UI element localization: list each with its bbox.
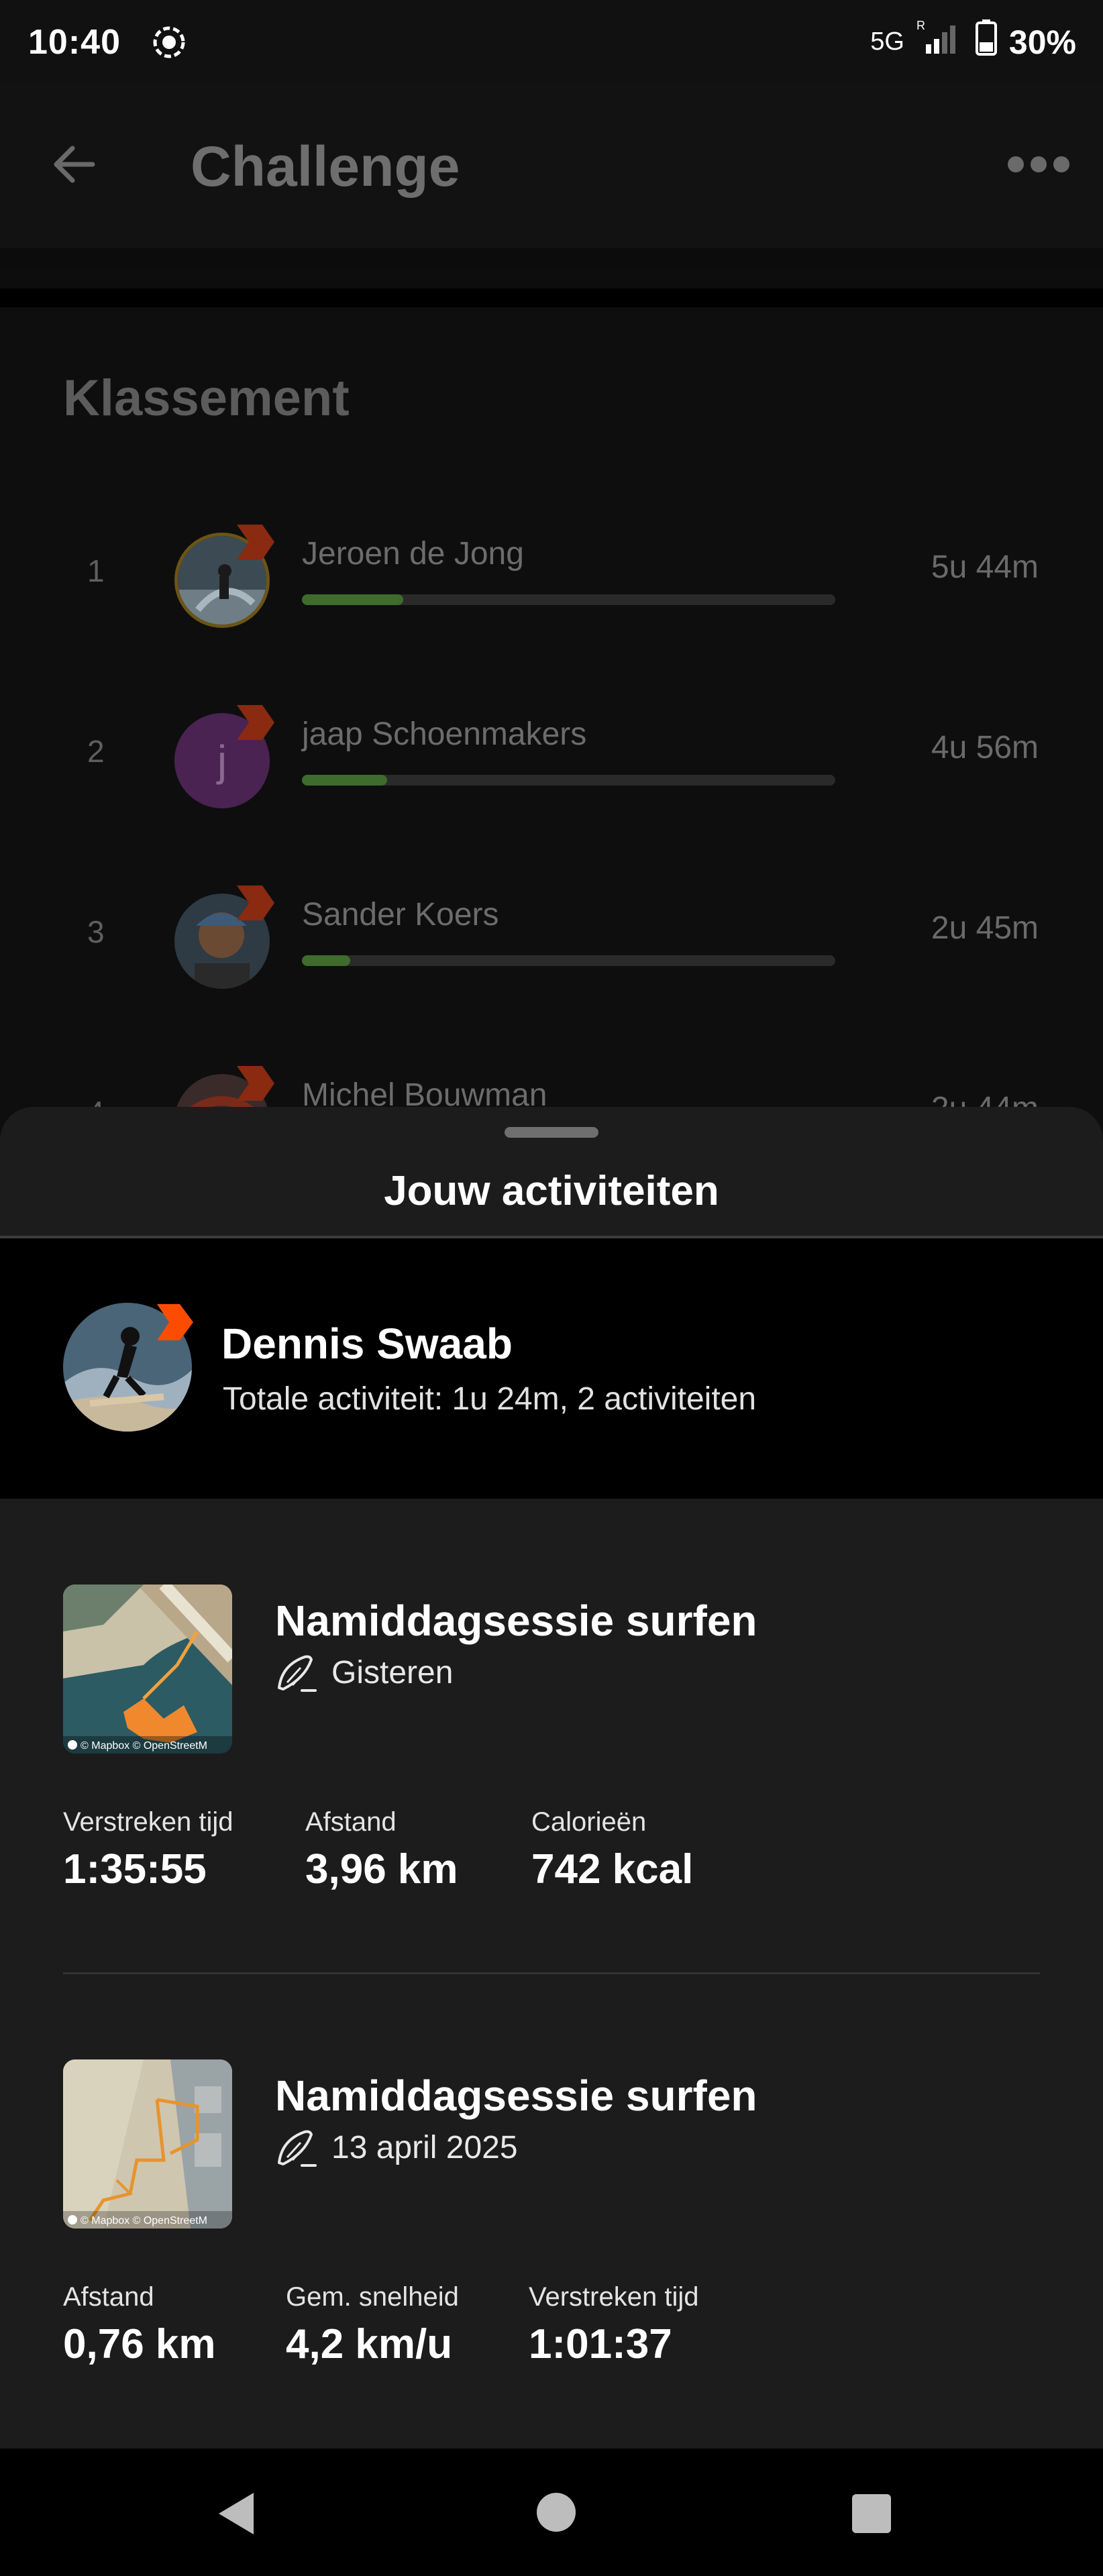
rank: 3 — [87, 914, 105, 949]
activity-meta: 13 april 2025 — [275, 2127, 518, 2168]
screen: 10:40 5G R 30% Challenge Klassement 1 Je… — [0, 0, 1103, 2576]
divider — [63, 1972, 1040, 1974]
stat-calories: Calorieën 742 kcal — [531, 1807, 693, 1893]
surf-icon — [275, 1652, 317, 1693]
athlete-name[interactable]: Jeroen de Jong — [302, 535, 524, 572]
battery-percentage: 30% — [1008, 23, 1076, 61]
activity-card[interactable]: © Mapbox © OpenStreetM Namiddagsessie su… — [0, 1975, 1103, 2458]
leaderboard-row[interactable]: 3 Sander Koers 2u 45m — [0, 869, 1103, 1004]
strava-badge-icon — [231, 881, 278, 924]
progress-fill — [302, 775, 388, 786]
strava-badge-icon — [153, 1300, 197, 1344]
leaderboard-heading: Klassement — [63, 370, 350, 427]
stat-elapsed-time: Verstreken tijd 1:01:37 — [529, 2282, 698, 2368]
signal-icon: R — [916, 19, 963, 64]
progress-bar — [302, 955, 835, 966]
stat-value: 1:01:37 — [529, 2321, 672, 2367]
status-bar: 10:40 5G R 30% — [0, 0, 1103, 84]
nav-recents-icon[interactable] — [852, 2494, 891, 2533]
status-time: 10:40 — [28, 22, 121, 62]
stat-distance: Afstand 3,96 km — [305, 1807, 458, 1893]
stat-value: 742 kcal — [531, 1846, 694, 1892]
user-summary[interactable]: Dennis Swaab Totale activiteit: 1u 24m, … — [0, 1238, 1103, 1499]
activity-card[interactable]: © Mapbox © OpenStreetM Namiddagsessie su… — [0, 1499, 1103, 1982]
progress-bar — [302, 594, 835, 605]
progress-fill — [302, 955, 350, 966]
duration: 2u 45m — [931, 910, 1039, 946]
battery-icon — [975, 19, 997, 64]
activity-list: © Mapbox © OpenStreetM Namiddagsessie su… — [0, 1499, 1103, 2576]
roaming-label: R — [916, 20, 925, 32]
rank: 2 — [87, 734, 105, 769]
duration: 5u 44m — [931, 549, 1039, 585]
status-right: 5G R 30% — [870, 19, 1076, 64]
screen-record-icon — [152, 25, 187, 60]
leaderboard: Klassement 1 Jeroen de Jong 5u 44m 2 j j… — [0, 307, 1103, 1169]
route-map-thumbnail[interactable]: © Mapbox © OpenStreetM — [63, 1585, 232, 1754]
avatar-initial: j — [217, 737, 227, 785]
stat-average-speed: Gem. snelheid 4,2 km/u — [286, 2282, 459, 2368]
activities-sheet[interactable]: Jouw activiteiten Dennis Swaab Totale ac — [0, 1107, 1103, 2576]
divider — [0, 248, 1103, 268]
rank: 1 — [87, 553, 105, 588]
divider — [0, 288, 1103, 307]
user-name[interactable]: Dennis Swaab — [221, 1319, 513, 1368]
athlete-name[interactable]: Sander Koers — [302, 896, 499, 933]
stat-label: Calorieën — [531, 1807, 647, 1837]
progress-fill — [302, 594, 404, 605]
stat-label: Verstreken tijd — [529, 2282, 699, 2312]
leaderboard-row[interactable]: 1 Jeroen de Jong 5u 44m — [0, 508, 1103, 643]
leaderboard-row[interactable]: 2 j jaap Schoenmakers 4u 56m — [0, 689, 1103, 823]
strava-badge-icon — [231, 701, 278, 744]
strava-badge-icon — [231, 521, 278, 564]
page-title: Challenge — [191, 135, 460, 198]
sheet-title: Jouw activiteiten — [384, 1168, 719, 1214]
stat-value: 1:35:55 — [63, 1846, 207, 1892]
stat-distance: Afstand 0,76 km — [63, 2282, 216, 2368]
more-horizontal-icon[interactable] — [1006, 151, 1071, 181]
system-navigation-bar — [0, 2449, 1103, 2576]
map-credit: © Mapbox © OpenStreetM — [81, 1740, 207, 1752]
app-bar: Challenge — [0, 84, 1103, 248]
stat-label: Afstand — [63, 2282, 154, 2312]
progress-bar — [302, 775, 835, 786]
athlete-name[interactable]: jaap Schoenmakers — [302, 716, 586, 753]
activity-summary: Totale activiteit: 1u 24m, 2 activiteite… — [223, 1381, 757, 1417]
stat-value: 0,76 km — [63, 2321, 216, 2367]
sheet-drag-handle[interactable] — [505, 1127, 598, 1138]
stat-label: Gem. snelheid — [286, 2282, 459, 2312]
surf-icon — [275, 2127, 317, 2168]
nav-home-icon[interactable] — [537, 2493, 576, 2532]
stat-elapsed-time: Verstreken tijd 1:35:55 — [63, 1807, 233, 1893]
stat-value: 3,96 km — [305, 1846, 458, 1892]
route-map-thumbnail[interactable]: © Mapbox © OpenStreetM — [63, 2059, 232, 2229]
network-type: 5G — [870, 28, 904, 56]
stat-value: 4,2 km/u — [286, 2321, 453, 2367]
activity-title[interactable]: Namiddagsessie surfen — [275, 1596, 757, 1646]
activity-meta: Gisteren — [275, 1652, 453, 1693]
arrow-left-icon[interactable] — [47, 138, 101, 191]
activity-date: 13 april 2025 — [331, 2129, 518, 2165]
duration: 4u 56m — [931, 730, 1039, 765]
nav-back-icon[interactable] — [216, 2490, 256, 2537]
stat-label: Afstand — [305, 1807, 397, 1837]
strava-badge-icon — [231, 1062, 278, 1105]
activity-date: Gisteren — [331, 1654, 454, 1690]
map-credit: © Mapbox © OpenStreetM — [81, 2215, 207, 2226]
activity-title[interactable]: Namiddagsessie surfen — [275, 2071, 757, 2121]
stat-label: Verstreken tijd — [63, 1807, 233, 1837]
